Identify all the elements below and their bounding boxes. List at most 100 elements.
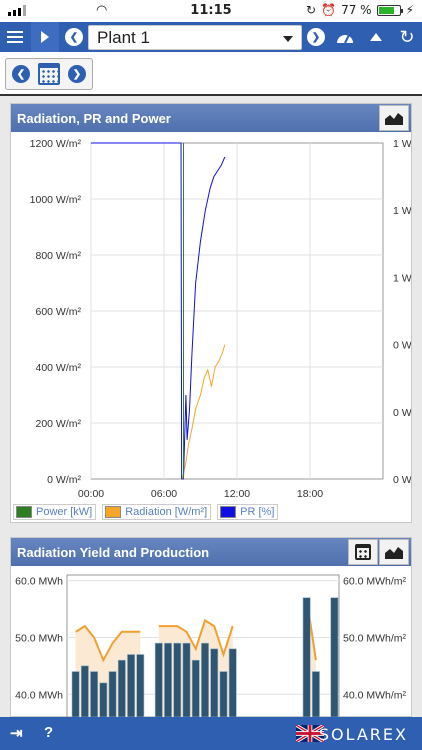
production-bar (99, 682, 108, 717)
legend-item[interactable]: Power [kW] (13, 504, 97, 520)
production-bar (108, 671, 117, 717)
hamburger-icon (7, 31, 23, 43)
x-tick: 00:00 (78, 488, 104, 500)
legend-label: Power [kW] (36, 506, 93, 518)
y-left-tick: 400 W/m² (35, 362, 81, 374)
production-bar (154, 642, 163, 717)
previous-date-button[interactable]: ❮ (12, 65, 30, 83)
collapse-button[interactable] (362, 22, 390, 52)
previous-plant-button[interactable]: ❮ (62, 22, 86, 52)
chevron-left-icon: ❮ (65, 28, 83, 46)
y-left-tick: 1000 W/m² (30, 194, 82, 206)
chevron-right-icon: ❯ (307, 28, 325, 46)
dashboard-button[interactable] (330, 22, 360, 52)
area-chart-icon (385, 113, 403, 125)
date-navigation: ❮ ❯ (0, 52, 422, 96)
x-tick: 18:00 (297, 488, 323, 500)
legend-swatch (220, 506, 237, 518)
battery-icon (376, 4, 403, 16)
lock-rotation-icon: ↻ (306, 3, 317, 17)
y-left-tick: 0 W/m² (47, 474, 81, 486)
panel-header: Radiation Yield and Production (11, 538, 411, 566)
radiation-pr-power-chart: 1200 W/m² 1000 W/m² 800 W/m² 600 W/m² 400 W/… (30, 138, 411, 500)
y-right-tick: 0 W (393, 407, 411, 419)
production-bar (219, 671, 228, 717)
production-bar (80, 665, 89, 717)
y-left-tick: 600 W/m² (35, 306, 81, 318)
gauge-icon (337, 34, 353, 44)
panel-title: Radiation, PR and Power (17, 110, 171, 126)
production-bar (228, 648, 237, 717)
battery-percent: 77 % (341, 3, 372, 17)
calendar-icon (355, 544, 371, 560)
chart-type-button[interactable] (379, 105, 409, 131)
production-bar (210, 648, 219, 717)
y-right-tick: 50.0 MWh/m² (343, 632, 407, 644)
legend-label: Radiation [W/m²] (125, 506, 208, 518)
radiation-yield-production-chart: 60.0 MWh 50.0 MWh 40.0 MWh 60.0 MWh/m² 50.0… (15, 574, 407, 717)
y-right-tick: 60.0 MWh/m² (343, 576, 407, 588)
legend-label: PR [%] (240, 506, 275, 518)
y-left-tick: 40.0 MWh (15, 689, 63, 701)
x-tick: 06:00 (151, 488, 177, 500)
plant-select-value: Plant 1 (97, 28, 150, 47)
forward-nav-button[interactable] (31, 22, 59, 52)
y-right-tick: 1 W (393, 138, 411, 150)
y-right-tick: 1 W (393, 205, 411, 217)
legend-item[interactable]: PR [%] (217, 504, 279, 520)
legend-swatch (105, 506, 122, 518)
legend-swatch (16, 506, 32, 518)
y-left-tick: 800 W/m² (35, 250, 81, 262)
date-picker-group: ❮ ❯ (5, 58, 93, 90)
logout-icon[interactable]: ⇥ (10, 724, 23, 742)
production-bar (71, 671, 80, 717)
bottom-bar: ⇥ ? SOLAREX (0, 717, 422, 750)
chart-type-button[interactable] (379, 539, 409, 565)
chevron-down-icon (283, 36, 293, 42)
production-bar (311, 671, 320, 717)
refresh-button[interactable]: ↻ (392, 22, 422, 52)
alarm-icon: ⏰ (321, 3, 337, 17)
y-right-tick: 1 W (393, 272, 411, 284)
play-arrow-icon (41, 31, 49, 43)
panel-title: Radiation Yield and Production (17, 544, 210, 560)
refresh-icon: ↻ (399, 26, 415, 47)
y-left-tick: 60.0 MWh (15, 576, 63, 588)
production-bar (90, 671, 99, 717)
legend-item[interactable]: Radiation [W/m²] (102, 504, 212, 520)
production-bar (127, 654, 135, 717)
area-chart-icon (385, 547, 403, 559)
calendar-icon[interactable] (38, 63, 60, 85)
production-bar (191, 659, 200, 717)
top-toolbar: ❮ Plant 1 ❯ ↻ (0, 22, 422, 52)
brand-logo: SOLAREX (318, 725, 408, 744)
panel-header: Radiation, PR and Power (11, 104, 411, 132)
triangle-up-icon (370, 33, 382, 41)
next-date-button[interactable]: ❯ (68, 65, 86, 83)
y-left-tick: 200 W/m² (35, 418, 81, 430)
menu-button[interactable] (0, 22, 30, 52)
radiation-pr-power-panel: Radiation, PR and Power 1200 W/m² 1000 W/… (10, 103, 412, 523)
y-right-tick: 0 W (393, 474, 411, 486)
y-right-tick: 40.0 MWh/m² (343, 689, 407, 701)
y-left-tick: 1200 W/m² (30, 138, 82, 150)
production-bar (302, 597, 311, 717)
period-calendar-button[interactable] (348, 539, 378, 565)
charging-icon: ⚡ (405, 3, 414, 17)
production-bar (173, 642, 182, 717)
radiation-yield-production-panel: Radiation Yield and Production 60.0 MWh 5… (10, 537, 412, 717)
production-bar (136, 654, 145, 717)
chart-legend: Power [kW] Radiation [W/m²] PR [%] (13, 504, 279, 520)
production-bar (164, 642, 172, 717)
plant-select[interactable]: Plant 1 (88, 25, 302, 50)
production-bar (201, 642, 209, 717)
production-bar (182, 642, 191, 717)
production-bar (330, 597, 339, 717)
help-icon[interactable]: ? (44, 724, 53, 741)
x-tick: 12:00 (224, 488, 250, 500)
next-plant-button[interactable]: ❯ (304, 22, 328, 52)
status-bar: ◠ 11:15 ↻ ⏰ 77 % ⚡ (0, 0, 422, 22)
production-bar (117, 659, 126, 717)
y-left-tick: 50.0 MWh (15, 632, 63, 644)
y-right-tick: 0 W (393, 340, 411, 352)
